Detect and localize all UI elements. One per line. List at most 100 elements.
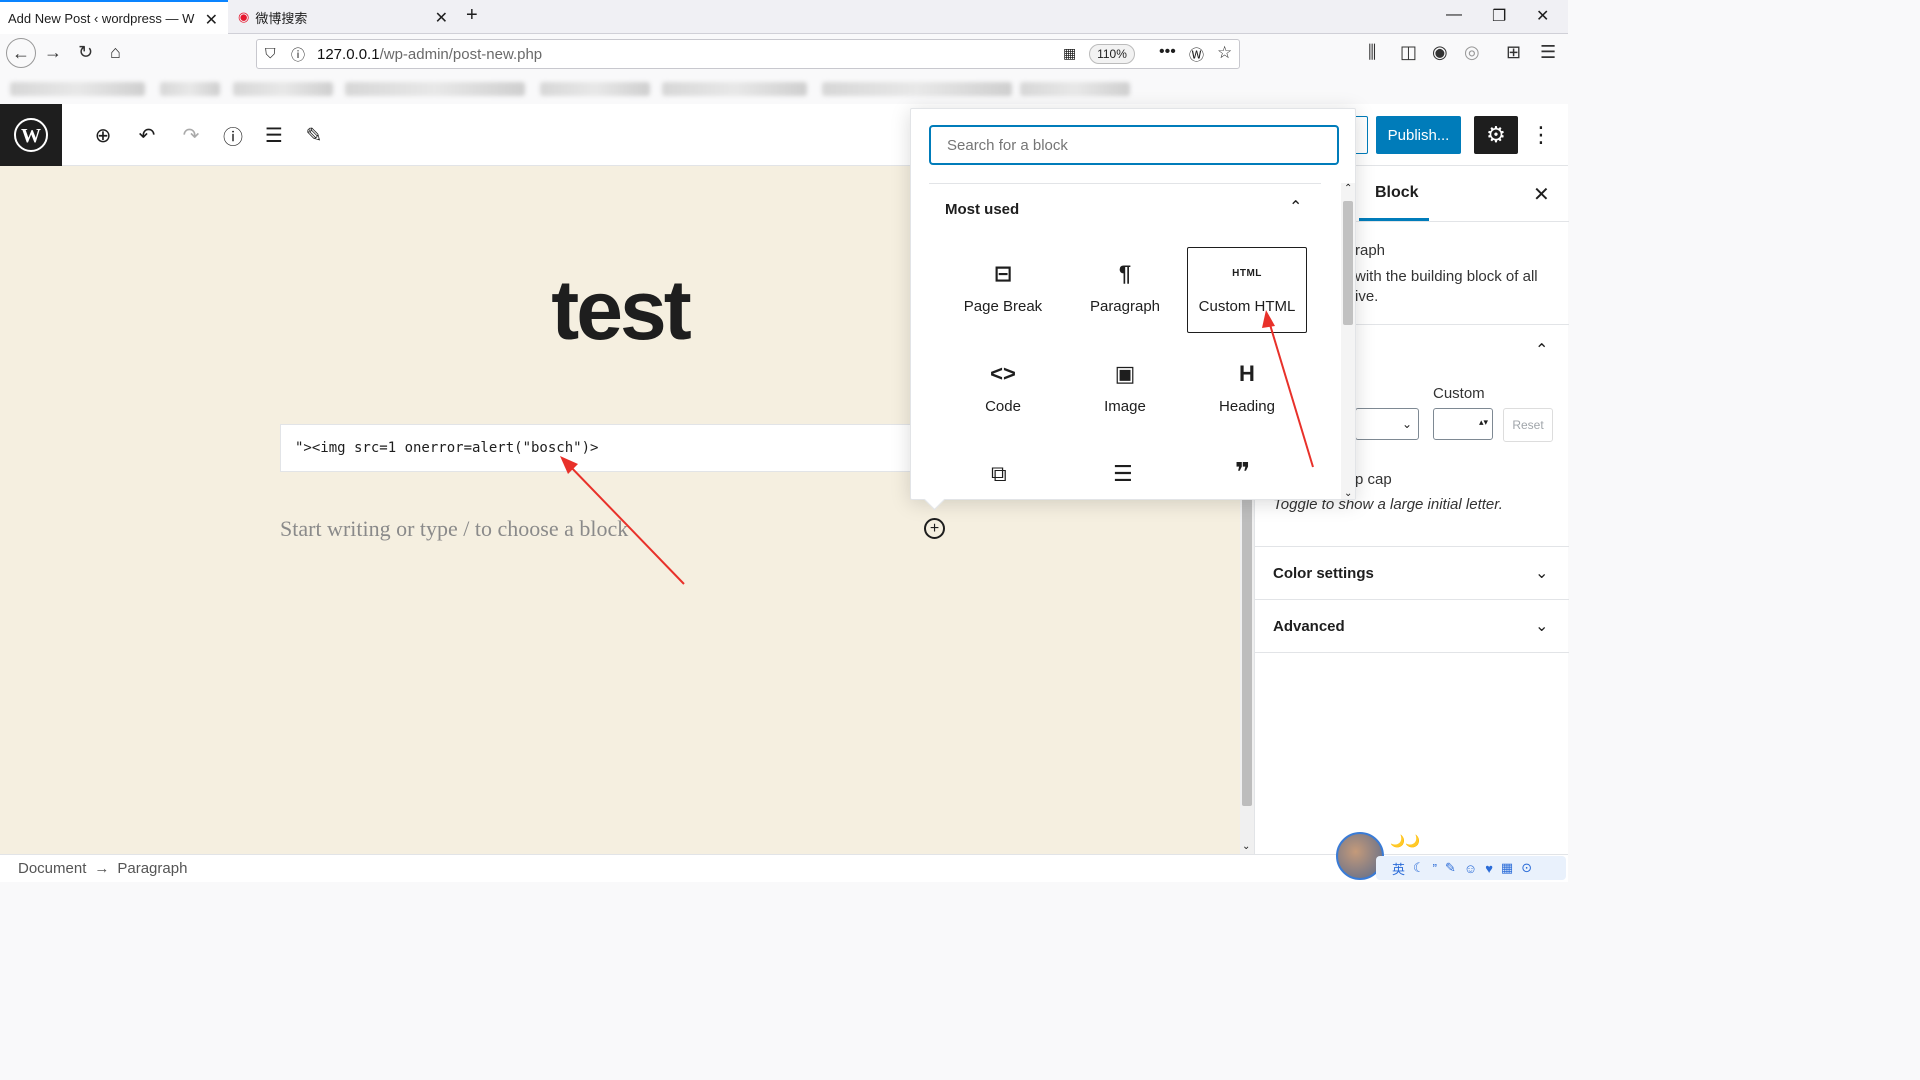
- breadcrumb-arrow: →: [94, 860, 110, 877]
- ime-bar[interactable]: 英 ☾ ” ✎ ☺ ♥ ▦ ⊙: [1376, 856, 1566, 880]
- library-icon[interactable]: ⫼: [1368, 42, 1376, 63]
- home-icon[interactable]: ⌂: [110, 42, 121, 63]
- block-label: Code: [985, 398, 1021, 415]
- font-size-select[interactable]: ⌄: [1355, 408, 1419, 440]
- chevron-up-icon[interactable]: ⌃: [1535, 340, 1548, 360]
- inline-add-block-icon[interactable]: +: [924, 518, 945, 539]
- inserter-scrollbar[interactable]: ⌃ ⌄: [1341, 183, 1355, 499]
- close-tab-icon[interactable]: ✕: [435, 8, 448, 28]
- quote-icon[interactable]: ❞: [1235, 457, 1250, 488]
- ime-toolbar[interactable]: 🌙🌙 英 ☾ ” ✎ ☺ ♥ ▦ ⊙: [1336, 832, 1568, 882]
- wordpress-logo-icon[interactable]: W: [0, 104, 62, 166]
- skin-icon[interactable]: ♥: [1485, 861, 1493, 876]
- add-block-icon[interactable]: ⊕: [90, 122, 116, 148]
- browser-tab-bar: Add New Post ‹ wordpress — W ✕ ◉ 微博搜索 ✕ …: [0, 0, 1568, 34]
- ime-language[interactable]: 英: [1392, 859, 1405, 878]
- moon-icon[interactable]: ☾: [1413, 860, 1425, 876]
- minimize-icon[interactable]: —: [1446, 6, 1462, 24]
- close-tab-icon[interactable]: ✕: [205, 10, 218, 30]
- extension-circle-icon[interactable]: ◎: [1464, 42, 1480, 63]
- code-icon: <>: [990, 361, 1016, 386]
- block-label: Heading: [1219, 398, 1275, 415]
- page-actions-icon[interactable]: •••: [1159, 43, 1176, 61]
- redo-icon[interactable]: ↷: [178, 122, 204, 148]
- color-settings-panel[interactable]: Color settings: [1273, 565, 1374, 582]
- close-sidebar-icon[interactable]: ✕: [1533, 182, 1550, 207]
- reload-icon[interactable]: ↻: [78, 42, 93, 63]
- reset-button[interactable]: Reset: [1503, 408, 1553, 442]
- sidebar-toggle-icon[interactable]: ◫: [1400, 42, 1417, 63]
- block-placeholder[interactable]: Start writing or type / to choose a bloc…: [280, 516, 628, 542]
- block-heading[interactable]: H Heading: [1187, 347, 1307, 433]
- scroll-down-icon[interactable]: ⌄: [1242, 841, 1250, 852]
- breadcrumb-paragraph[interactable]: Paragraph: [117, 860, 187, 877]
- block-search-input[interactable]: [929, 125, 1339, 165]
- scrollbar-thumb[interactable]: [1343, 201, 1353, 325]
- moon-icon: 🌙🌙: [1390, 834, 1420, 848]
- blurred-bookmark: [233, 82, 333, 96]
- lock-icon[interactable]: ⊙: [1521, 860, 1532, 876]
- close-window-icon[interactable]: ✕: [1536, 6, 1549, 26]
- blurred-bookmark: [160, 82, 220, 96]
- drop-cap-label: p cap: [1355, 471, 1392, 488]
- wordpress-icon[interactable]: Ⓦ: [1189, 44, 1204, 65]
- zoom-level[interactable]: 110%: [1089, 44, 1135, 64]
- blurred-bookmark: [662, 82, 807, 96]
- info-icon[interactable]: ⓘ: [291, 45, 305, 65]
- menu-icon[interactable]: ☰: [1540, 42, 1556, 63]
- tools-icon[interactable]: ✎: [1445, 860, 1456, 876]
- settings-gear-icon[interactable]: ⚙: [1474, 116, 1518, 154]
- tab-block[interactable]: Block: [1375, 184, 1419, 202]
- advanced-panel[interactable]: Advanced: [1273, 618, 1345, 635]
- most-used-heading[interactable]: Most used: [945, 201, 1019, 218]
- url-bar[interactable]: ⛉ ⓘ 127.0.0.1 /wp-admin/post-new.php ▦ 1…: [256, 39, 1240, 69]
- chevron-down-icon[interactable]: ⌄: [1535, 563, 1548, 583]
- post-title[interactable]: test: [440, 262, 800, 359]
- chevron-down-icon[interactable]: ⌄: [1535, 616, 1548, 636]
- block-code[interactable]: <> Code: [943, 347, 1063, 433]
- stepper-icon[interactable]: ▴▾: [1479, 417, 1488, 428]
- block-label: Page Break: [963, 298, 1043, 315]
- undo-icon[interactable]: ↶: [134, 122, 160, 148]
- restore-icon[interactable]: ❐: [1492, 6, 1506, 26]
- new-tab-button[interactable]: +: [466, 4, 478, 27]
- punctuation-icon[interactable]: ”: [1433, 861, 1437, 876]
- emoji-icon[interactable]: ☺: [1464, 861, 1477, 876]
- tab-weibo-search[interactable]: ◉ 微博搜索 ✕: [230, 0, 458, 34]
- tab-add-new-post[interactable]: Add New Post ‹ wordpress — W ✕: [0, 0, 228, 34]
- paragraph-icon: ¶: [1118, 261, 1132, 286]
- qr-code-icon[interactable]: ▦: [1063, 45, 1076, 62]
- list-icon[interactable]: ☰: [1113, 461, 1133, 487]
- divider: [1255, 599, 1569, 600]
- block-label: Custom HTML: [1198, 298, 1296, 315]
- bookmark-star-icon[interactable]: ☆: [1217, 43, 1232, 63]
- tab-title: 微博搜索: [255, 10, 308, 26]
- chevron-up-icon[interactable]: ⌃: [1289, 197, 1302, 217]
- edit-pencil-icon[interactable]: ✎: [301, 122, 327, 148]
- blurred-bookmark: [10, 82, 145, 96]
- gallery-icon[interactable]: ⧉: [991, 461, 1007, 487]
- block-label: Image: [1104, 398, 1146, 415]
- grid-icon[interactable]: ▦: [1501, 860, 1513, 876]
- block-custom-html[interactable]: HTML Custom HTML: [1187, 247, 1307, 333]
- scroll-up-icon[interactable]: ⌃: [1344, 183, 1352, 194]
- block-page-break[interactable]: ⊟ Page Break: [943, 247, 1063, 333]
- block-paragraph[interactable]: ¶ Paragraph: [1065, 247, 1185, 333]
- custom-size-input[interactable]: ▴▾: [1433, 408, 1493, 440]
- breadcrumb-document[interactable]: Document: [18, 860, 86, 877]
- publish-button[interactable]: Publish...: [1376, 116, 1461, 154]
- account-icon[interactable]: ◉: [1432, 42, 1448, 63]
- html-content-block[interactable]: "><img src=1 onerror=alert("bosch")>: [280, 424, 920, 472]
- url-path: /wp-admin/post-new.php: [379, 45, 543, 63]
- scroll-down-icon[interactable]: ⌄: [1344, 488, 1352, 499]
- image-icon: ▣: [1114, 361, 1136, 386]
- back-icon[interactable]: ←: [6, 38, 36, 68]
- info-icon[interactable]: ⓘ: [220, 122, 246, 149]
- forward-icon[interactable]: →: [44, 42, 62, 63]
- extensions-icon[interactable]: ⊞: [1506, 42, 1521, 63]
- block-navigation-icon[interactable]: ☰: [261, 122, 287, 148]
- custom-size-label: Custom: [1433, 385, 1485, 402]
- more-options-icon[interactable]: ⋮: [1530, 122, 1552, 148]
- heading-icon: H: [1239, 361, 1255, 386]
- block-image[interactable]: ▣ Image: [1065, 347, 1185, 433]
